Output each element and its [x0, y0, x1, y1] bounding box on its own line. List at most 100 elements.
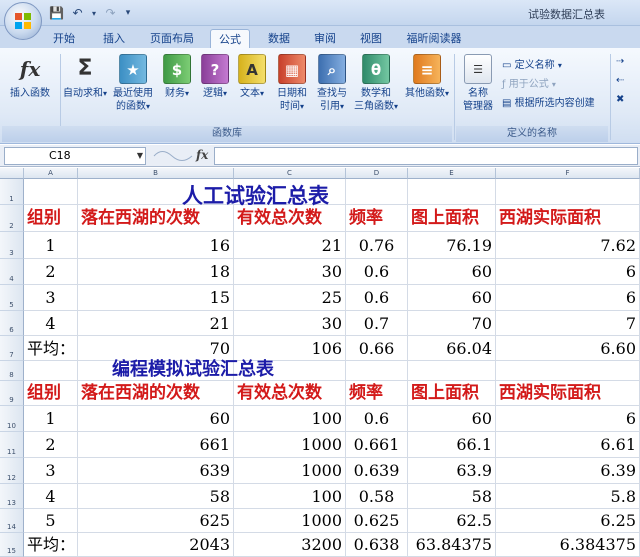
remove-arrows-icon[interactable]: ✖ — [616, 94, 624, 105]
table-cell[interactable]: 0.58 — [346, 484, 408, 509]
table-cell[interactable]: 0.639 — [346, 458, 408, 484]
table-cell[interactable]: 0.625 — [346, 509, 408, 533]
tab-review[interactable]: 审阅 — [308, 29, 342, 48]
row-header-11[interactable]: 11 — [0, 432, 24, 458]
table-cell[interactable]: 661 — [78, 432, 234, 458]
row-header-1[interactable]: 1 — [0, 179, 24, 205]
tab-formulas[interactable]: 公式 — [210, 29, 250, 48]
header-cell[interactable]: 有效总次数 — [234, 381, 346, 406]
table-cell[interactable]: 6 — [496, 285, 640, 311]
table-cell[interactable]: 0.6 — [346, 259, 408, 285]
table-cell[interactable]: 60 — [408, 285, 496, 311]
table-cell[interactable]: 3 — [24, 285, 78, 311]
customize-qat-icon[interactable]: ▾ — [123, 5, 133, 22]
autosum-button[interactable]: Σ 自动求和▾ — [62, 54, 108, 100]
table-cell[interactable]: 6.384375 — [496, 533, 640, 557]
table-cell[interactable]: 1000 — [234, 432, 346, 458]
name-manager-button[interactable]: ☰ 名称 管理器 — [456, 54, 500, 113]
cell-f1[interactable] — [496, 179, 640, 205]
table-cell[interactable]: 平均： — [24, 336, 78, 361]
table-cell[interactable]: 2 — [24, 259, 78, 285]
table-cell[interactable]: 60 — [78, 406, 234, 432]
table-cell[interactable]: 6.60 — [496, 336, 640, 361]
table-cell[interactable]: 3 — [24, 458, 78, 484]
name-box[interactable]: C18 ▼ — [4, 147, 146, 165]
table-cell[interactable]: 1000 — [234, 458, 346, 484]
cell-a1[interactable] — [24, 179, 78, 205]
table-cell[interactable]: 30 — [234, 259, 346, 285]
header-cell[interactable]: 图上面积 — [408, 205, 496, 232]
cell-d8[interactable] — [346, 361, 408, 381]
cell-e8[interactable] — [408, 361, 496, 381]
row-header-4[interactable]: 4 — [0, 259, 24, 285]
row-header-5[interactable]: 5 — [0, 285, 24, 311]
insert-function-button[interactable]: fx 插入函数 — [4, 54, 56, 100]
row-header-9[interactable]: 9 — [0, 381, 24, 406]
row-header-2[interactable]: 2 — [0, 205, 24, 232]
table-cell[interactable]: 1000 — [234, 509, 346, 533]
table-cell[interactable]: 30 — [234, 311, 346, 336]
cell-d1[interactable] — [346, 179, 408, 205]
table-cell[interactable]: 0.7 — [346, 311, 408, 336]
table-cell[interactable]: 7 — [496, 311, 640, 336]
table-cell[interactable]: 625 — [78, 509, 234, 533]
table-cell[interactable]: 66.1 — [408, 432, 496, 458]
row-header-8[interactable]: 8 — [0, 361, 24, 381]
table-cell[interactable]: 3200 — [234, 533, 346, 557]
tab-data[interactable]: 数据 — [262, 29, 296, 48]
table-cell[interactable]: 0.638 — [346, 533, 408, 557]
text-button[interactable]: A 文本▾ — [234, 54, 270, 100]
table-cell[interactable]: 60 — [408, 406, 496, 432]
logical-button[interactable]: ? 逻辑▾ — [198, 54, 232, 100]
table-cell[interactable]: 6 — [496, 406, 640, 432]
datetime-button[interactable]: ▦ 日期和 时间▾ — [272, 54, 312, 113]
row-header-7[interactable]: 7 — [0, 336, 24, 361]
fx-icon[interactable]: fx — [196, 148, 208, 162]
table-cell[interactable]: 16 — [78, 232, 234, 259]
table-cell[interactable]: 60 — [408, 259, 496, 285]
header-cell[interactable]: 频率 — [346, 381, 408, 406]
table-cell[interactable]: 66.04 — [408, 336, 496, 361]
row-header-14[interactable]: 14 — [0, 509, 24, 533]
header-cell[interactable]: 落在西湖的次数 — [78, 381, 234, 406]
undo-icon[interactable]: ↶ — [69, 5, 86, 22]
table-cell[interactable]: 58 — [408, 484, 496, 509]
trace-dependents-icon[interactable]: ⇠ — [616, 75, 624, 86]
col-header-e[interactable]: E — [408, 168, 496, 179]
table-cell[interactable]: 2043 — [78, 533, 234, 557]
cell-e1[interactable] — [408, 179, 496, 205]
row-header-6[interactable]: 6 — [0, 311, 24, 336]
table-cell[interactable]: 6.25 — [496, 509, 640, 533]
math-button[interactable]: θ 数学和 三角函数▾ — [350, 54, 402, 113]
table-cell[interactable]: 0.6 — [346, 285, 408, 311]
col-header-b[interactable]: B — [78, 168, 234, 179]
financial-button[interactable]: $ 财务▾ — [158, 54, 196, 100]
col-header-c[interactable]: C — [234, 168, 346, 179]
cell-f8[interactable] — [496, 361, 640, 381]
table-cell[interactable]: 63.84375 — [408, 533, 496, 557]
table-cell[interactable]: 0.6 — [346, 406, 408, 432]
table-cell[interactable]: 7.62 — [496, 232, 640, 259]
table-cell[interactable]: 70 — [408, 311, 496, 336]
row-header-12[interactable]: 12 — [0, 458, 24, 484]
table-cell[interactable]: 62.5 — [408, 509, 496, 533]
redo-icon[interactable]: ↷ — [102, 5, 119, 22]
table-cell[interactable]: 15 — [78, 285, 234, 311]
recently-used-button[interactable]: ★ 最近使用 的函数▾ — [110, 54, 156, 113]
table-cell[interactable]: 4 — [24, 484, 78, 509]
table-cell[interactable]: 18 — [78, 259, 234, 285]
table-cell[interactable]: 100 — [234, 406, 346, 432]
undo-dropdown-icon[interactable]: ▾ — [90, 5, 98, 22]
trace-precedents-icon[interactable]: ⇢ — [616, 56, 624, 67]
table-cell[interactable]: 58 — [78, 484, 234, 509]
save-icon[interactable]: 💾 — [48, 5, 65, 22]
tab-page-layout[interactable]: 页面布局 — [144, 29, 200, 48]
chevron-down-icon[interactable]: ▼ — [137, 148, 143, 164]
table-cell[interactable]: 5.8 — [496, 484, 640, 509]
table-cell[interactable]: 63.9 — [408, 458, 496, 484]
header-cell[interactable]: 西湖实际面积 — [496, 205, 640, 232]
select-all-corner[interactable] — [0, 168, 24, 179]
tab-insert[interactable]: 插入 — [96, 29, 132, 48]
table-cell[interactable]: 1 — [24, 232, 78, 259]
table-cell[interactable]: 6.39 — [496, 458, 640, 484]
